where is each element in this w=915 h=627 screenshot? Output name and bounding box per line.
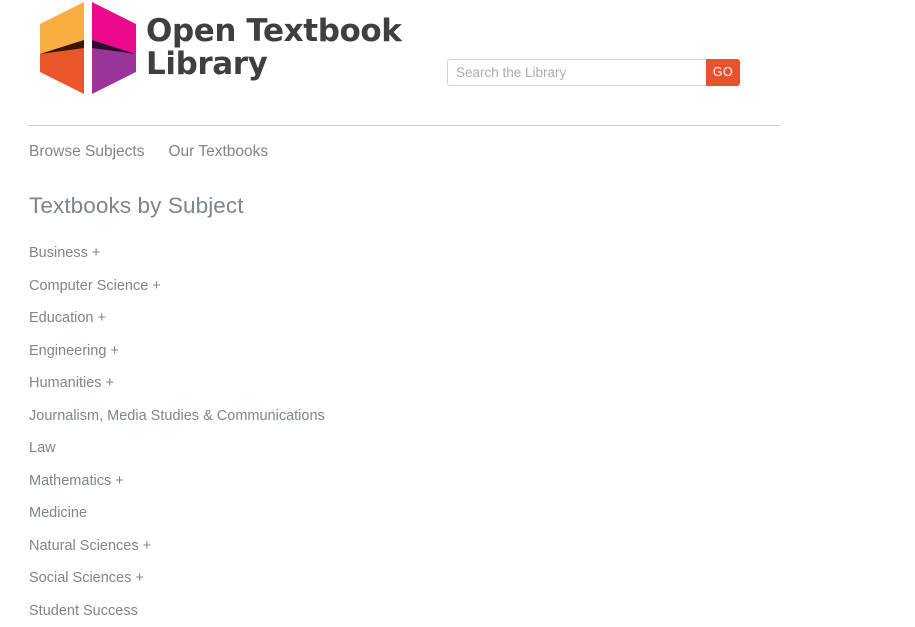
subject-list: Business + Computer Science + Education … (29, 237, 789, 627)
subject-link-computer-science[interactable]: Computer Science (29, 278, 148, 294)
expand-toggle-computer-science[interactable]: + (148, 278, 161, 294)
header-divider (29, 125, 779, 126)
page-root: Open Textbook Library GO Browse Subjects… (0, 0, 915, 613)
expand-toggle-business[interactable]: + (88, 245, 101, 261)
nav-item-browse-subjects[interactable]: Browse Subjects (29, 143, 144, 161)
expand-toggle-education[interactable]: + (94, 310, 107, 326)
subject-link-natural-sciences[interactable]: Natural Sciences (29, 538, 139, 554)
main-content: Textbooks by Subject Business + Computer… (29, 193, 789, 627)
list-item: Student Success (29, 595, 789, 627)
subject-link-journalism-media-studies-communications[interactable]: Journalism, Media Studies & Communicatio… (29, 408, 325, 424)
expand-toggle-mathematics[interactable]: + (111, 473, 124, 489)
open-textbook-library-logo-icon (40, 2, 136, 94)
list-item: Journalism, Media Studies & Communicatio… (29, 400, 789, 433)
page-title: Textbooks by Subject (29, 193, 789, 219)
subject-link-mathematics[interactable]: Mathematics (29, 473, 111, 489)
subject-link-student-success[interactable]: Student Success (29, 603, 138, 619)
list-item: Medicine (29, 497, 789, 530)
list-item: Natural Sciences + (29, 530, 789, 563)
subject-link-engineering[interactable]: Engineering (29, 343, 106, 359)
list-item: Humanities + (29, 367, 789, 400)
expand-toggle-social-sciences[interactable]: + (131, 570, 144, 586)
expand-toggle-natural-sciences[interactable]: + (139, 538, 152, 554)
search-go-button[interactable]: GO (706, 59, 740, 86)
list-item: Computer Science + (29, 270, 789, 303)
subject-link-humanities[interactable]: Humanities (29, 375, 102, 391)
nav-item-our-textbooks[interactable]: Our Textbooks (168, 143, 268, 161)
site-logo-link[interactable]: Open Textbook Library (40, 2, 402, 94)
subject-link-law[interactable]: Law (29, 440, 56, 456)
expand-toggle-engineering[interactable]: + (106, 343, 119, 359)
list-item: Mathematics + (29, 465, 789, 498)
list-item: Social Sciences + (29, 562, 789, 595)
library-search-form: GO (447, 59, 740, 86)
site-header: Open Textbook Library GO (0, 0, 915, 125)
list-item: Business + (29, 237, 789, 270)
subject-link-business[interactable]: Business (29, 245, 88, 261)
search-input[interactable] (447, 59, 706, 86)
subject-link-medicine[interactable]: Medicine (29, 505, 87, 521)
list-item: Engineering + (29, 335, 789, 368)
list-item: Education + (29, 302, 789, 335)
site-wordmark: Open Textbook Library (146, 15, 402, 81)
subject-link-social-sciences[interactable]: Social Sciences (29, 570, 131, 586)
expand-toggle-humanities[interactable]: + (102, 375, 115, 391)
list-item: Law (29, 432, 789, 465)
primary-nav: Browse Subjects Our Textbooks (29, 143, 268, 161)
subject-link-education[interactable]: Education (29, 310, 94, 326)
